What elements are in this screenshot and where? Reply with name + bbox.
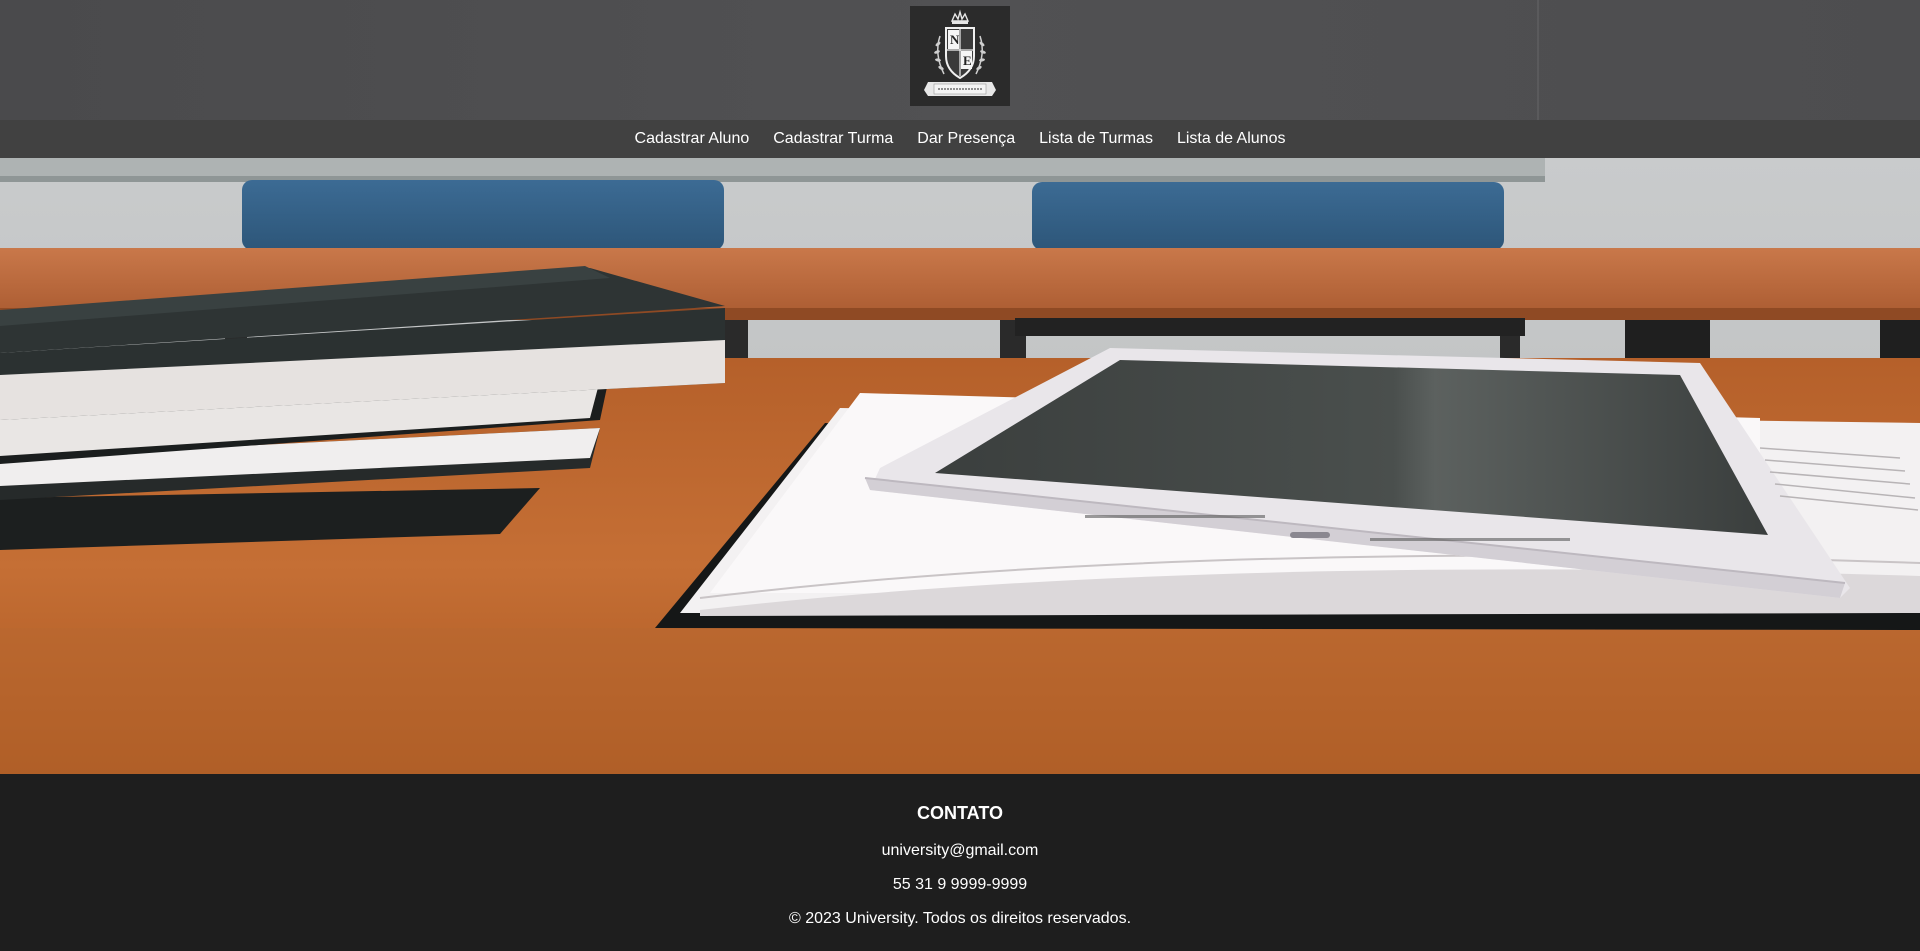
- hero-image: [0, 158, 1920, 774]
- nav-dar-presenca[interactable]: Dar Presença: [917, 120, 1015, 158]
- footer-copyright: © 2023 University. Todos os direitos res…: [788, 910, 1132, 927]
- nav-cadastrar-aluno[interactable]: Cadastrar Aluno: [635, 120, 750, 158]
- university-crest-logo[interactable]: N E: [910, 6, 1010, 106]
- page: N E Cadastrar Aluno Cadastrar Turma Dar …: [0, 0, 1920, 951]
- footer-email: university@gmail.com: [881, 842, 1039, 859]
- main-nav: Cadastrar Aluno Cadastrar Turma Dar Pres…: [0, 120, 1920, 158]
- nav-lista-alunos[interactable]: Lista de Alunos: [1177, 120, 1286, 158]
- nav-cadastrar-turma[interactable]: Cadastrar Turma: [773, 120, 893, 158]
- nav-lista-turmas[interactable]: Lista de Turmas: [1039, 120, 1153, 158]
- logo-letter-e: E: [963, 53, 972, 68]
- crest-icon: [910, 6, 1010, 106]
- footer-phone: 55 31 9 9999-9999: [892, 876, 1028, 893]
- logo-letter-n: N: [950, 32, 960, 47]
- footer: CONTATO university@gmail.com 55 31 9 999…: [0, 774, 1920, 951]
- header: N E: [0, 0, 1920, 120]
- header-divider: [1537, 0, 1539, 120]
- classroom-desk-photo: [0, 158, 1920, 774]
- footer-title: CONTATO: [917, 803, 1003, 823]
